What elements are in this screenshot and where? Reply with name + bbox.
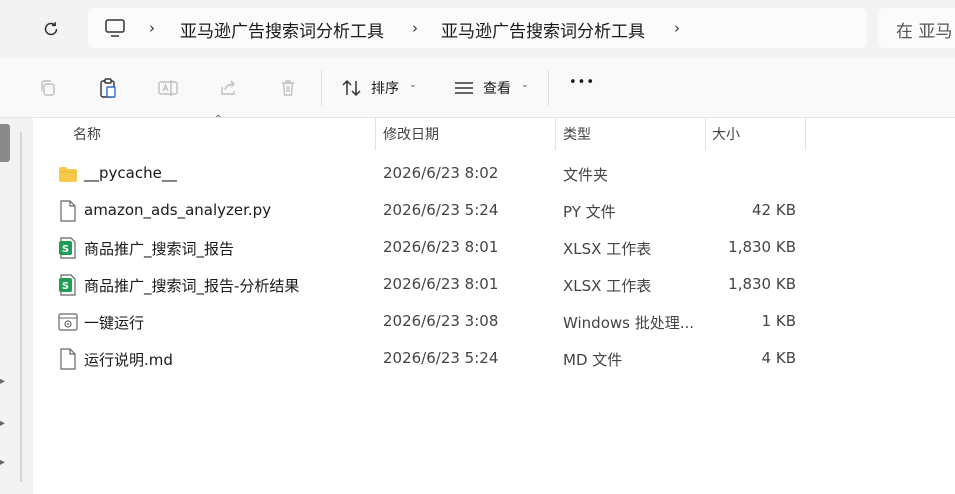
file-row[interactable]: S 商品推广_搜索词_报告 2026/6/23 8:01 XLSX 工作表 1,…	[40, 229, 805, 266]
file-date: 2026/6/23 3:08	[383, 312, 499, 330]
copy-icon	[41, 80, 55, 96]
nav-scrollbar-track[interactable]	[20, 132, 22, 482]
copy-button[interactable]	[35, 76, 61, 100]
sort-button[interactable]: 排序	[371, 78, 399, 98]
file-type: MD 文件	[563, 351, 623, 369]
document-icon	[60, 200, 76, 222]
document-icon	[60, 348, 76, 370]
chevron-down-icon[interactable]: ⌄	[409, 80, 417, 90]
file-type: XLSX 工作表	[563, 277, 652, 295]
file-date: 2026/6/23 5:24	[383, 201, 499, 219]
sort-ascending-icon: ⌃	[214, 114, 223, 125]
file-type: XLSX 工作表	[563, 240, 652, 258]
toolbar-divider	[548, 70, 549, 106]
expand-arrow-icon[interactable]: ▸	[0, 418, 5, 429]
delete-button[interactable]	[275, 76, 301, 100]
file-name[interactable]: amazon_ads_analyzer.py	[84, 201, 271, 219]
search-placeholder: 在 亚马	[896, 22, 953, 42]
sort-icon	[342, 79, 361, 97]
file-row[interactable]: S 商品推广_搜索词_报告-分析结果 2026/6/23 8:01 XLSX 工…	[40, 266, 805, 303]
address-bar-row: › 亚马逊广告搜索词分析工具 › 亚马逊广告搜索词分析工具 › 在 亚马	[0, 0, 955, 58]
file-size: 4 KB	[761, 349, 796, 367]
svg-text:S: S	[62, 244, 69, 255]
column-header-name[interactable]: 名称	[73, 124, 101, 144]
file-date: 2026/6/23 8:02	[383, 164, 499, 182]
computer-icon[interactable]	[104, 18, 126, 38]
file-row[interactable]: 运行说明.md 2026/6/23 5:24 MD 文件 4 KB	[40, 340, 805, 377]
column-header-type[interactable]: 类型	[563, 124, 591, 144]
breadcrumb-item-1[interactable]: 亚马逊广告搜索词分析工具	[180, 17, 384, 42]
chevron-right-icon[interactable]: ›	[408, 19, 422, 37]
command-bar: 排序 ⌄ 查看 ⌄ •••	[0, 58, 955, 118]
file-size: 1 KB	[761, 312, 796, 330]
chevron-down-icon[interactable]: ⌄	[521, 80, 529, 90]
chevron-right-icon[interactable]: ›	[670, 19, 684, 37]
trash-icon	[282, 80, 294, 96]
file-name[interactable]: 运行说明.md	[84, 349, 173, 370]
folder-icon	[59, 167, 77, 182]
spreadsheet-icon: S	[59, 274, 76, 296]
column-divider[interactable]	[805, 118, 806, 150]
file-type: Windows 批处理...	[563, 314, 695, 332]
refresh-icon	[44, 22, 58, 36]
file-size: 1,830 KB	[728, 275, 796, 293]
view-button-icon-wrap[interactable]	[451, 76, 477, 100]
file-type: 文件夹	[563, 166, 609, 184]
column-divider[interactable]	[375, 118, 376, 150]
column-header-date[interactable]: 修改日期	[383, 124, 439, 144]
expand-arrow-icon[interactable]: ▸	[0, 376, 5, 387]
breadcrumb-item-2[interactable]: 亚马逊广告搜索词分析工具	[441, 17, 645, 42]
toolbar-divider	[321, 70, 322, 106]
file-date: 2026/6/23 5:24	[383, 349, 499, 367]
column-header-size[interactable]: 大小	[712, 124, 740, 144]
expand-arrow-icon[interactable]: ▸	[0, 457, 5, 468]
file-row[interactable]: __pycache__ 2026/6/23 8:02 文件夹	[40, 155, 805, 192]
navigation-pane[interactable]	[0, 118, 33, 494]
share-button[interactable]	[215, 76, 241, 100]
more-options-button[interactable]: •••	[569, 75, 595, 90]
nav-scrollbar-thumb[interactable]	[0, 124, 10, 162]
view-list-icon	[455, 82, 473, 94]
spreadsheet-icon: S	[59, 237, 76, 259]
share-icon	[221, 80, 235, 95]
file-date: 2026/6/23 8:01	[383, 275, 499, 293]
svg-text:S: S	[62, 281, 69, 292]
address-box[interactable]: › 亚马逊广告搜索词分析工具 › 亚马逊广告搜索词分析工具 ›	[88, 8, 867, 48]
column-divider[interactable]	[555, 118, 556, 150]
file-type: PY 文件	[563, 203, 616, 221]
file-name[interactable]: __pycache__	[84, 164, 177, 182]
search-input[interactable]: 在 亚马	[878, 8, 955, 48]
file-size: 42 KB	[752, 201, 796, 219]
file-row[interactable]: 一键运行 2026/6/23 3:08 Windows 批处理... 1 KB	[40, 303, 805, 340]
rename-button[interactable]	[155, 76, 181, 100]
file-name[interactable]: 商品推广_搜索词_报告	[84, 238, 234, 259]
file-name[interactable]: 一键运行	[84, 312, 144, 333]
file-size: 1,830 KB	[728, 238, 796, 256]
chevron-right-icon[interactable]: ›	[145, 19, 159, 37]
view-button[interactable]: 查看	[483, 78, 511, 98]
file-date: 2026/6/23 8:01	[383, 238, 499, 256]
rename-icon	[158, 80, 178, 96]
batch-file-icon	[58, 313, 78, 331]
column-divider[interactable]	[705, 118, 706, 150]
refresh-button[interactable]	[38, 16, 64, 42]
file-name[interactable]: 商品推广_搜索词_报告-分析结果	[84, 275, 299, 296]
sort-button-icon-wrap[interactable]	[339, 76, 365, 100]
file-row[interactable]: amazon_ads_analyzer.py 2026/6/23 5:24 PY…	[40, 192, 805, 229]
paste-button[interactable]	[95, 76, 121, 100]
clipboard-icon	[100, 78, 116, 98]
